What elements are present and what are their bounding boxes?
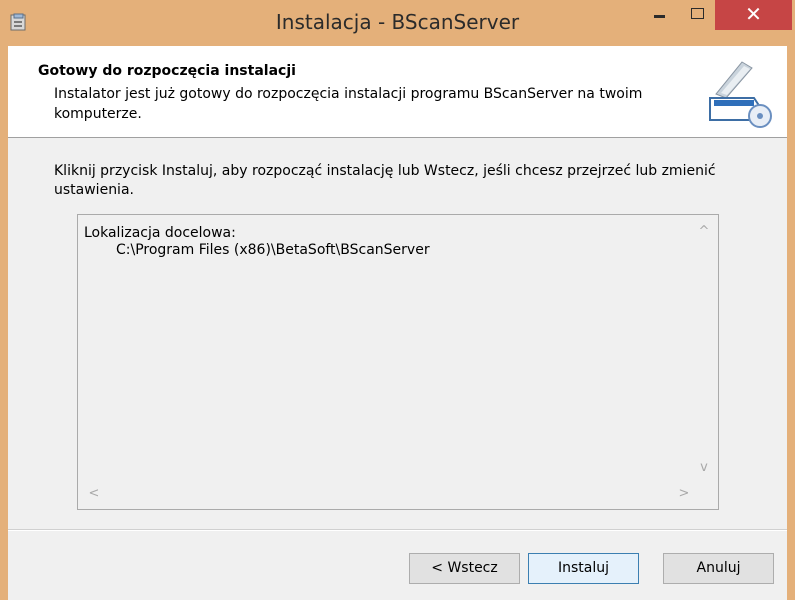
minimize-button[interactable] [645, 2, 675, 28]
close-button[interactable]: ✕ [715, 0, 792, 30]
window-title: Instalacja - BScanServer [275, 10, 520, 34]
installer-window: Instalacja - BScanServer ✕ Gotowy do roz… [0, 0, 795, 600]
memo-destination-label: Lokalizacja docelowa: [84, 225, 236, 241]
wizard-client-area: Gotowy do rozpoczęcia instalacji Instala… [8, 46, 787, 600]
scroll-right-arrow-icon[interactable]: > [676, 485, 692, 503]
cancel-button[interactable]: Anuluj [663, 553, 774, 584]
install-button[interactable]: Instaluj [528, 553, 639, 584]
page-title: Gotowy do rozpoczęcia instalacji [38, 63, 296, 79]
page-subtitle: Instalator jest już gotowy do rozpoczęci… [54, 86, 643, 122]
maximize-icon [691, 8, 704, 19]
ready-memo-box[interactable]: Lokalizacja docelowa: C:\Program Files (… [77, 214, 719, 510]
bottom-separator [8, 529, 787, 531]
scanner-icon [709, 61, 772, 128]
close-icon: ✕ [745, 2, 762, 26]
instruction-text: Kliknij przycisk Instaluj, aby rozpocząć… [54, 163, 716, 198]
title-bar[interactable]: Instalacja - BScanServer ✕ [0, 0, 795, 46]
scroll-left-arrow-icon[interactable]: < [86, 485, 102, 503]
back-button[interactable]: < Wstecz [409, 553, 520, 584]
memo-destination-path: C:\Program Files (x86)\BetaSoft\BScanSer… [116, 242, 430, 258]
scroll-up-arrow-icon[interactable]: ^ [696, 223, 712, 241]
scroll-down-arrow-icon[interactable]: v [696, 459, 712, 477]
minimize-icon [654, 15, 665, 18]
maximize-button[interactable] [682, 2, 712, 28]
wizard-header: Gotowy do rozpoczęcia instalacji Instala… [8, 46, 787, 138]
